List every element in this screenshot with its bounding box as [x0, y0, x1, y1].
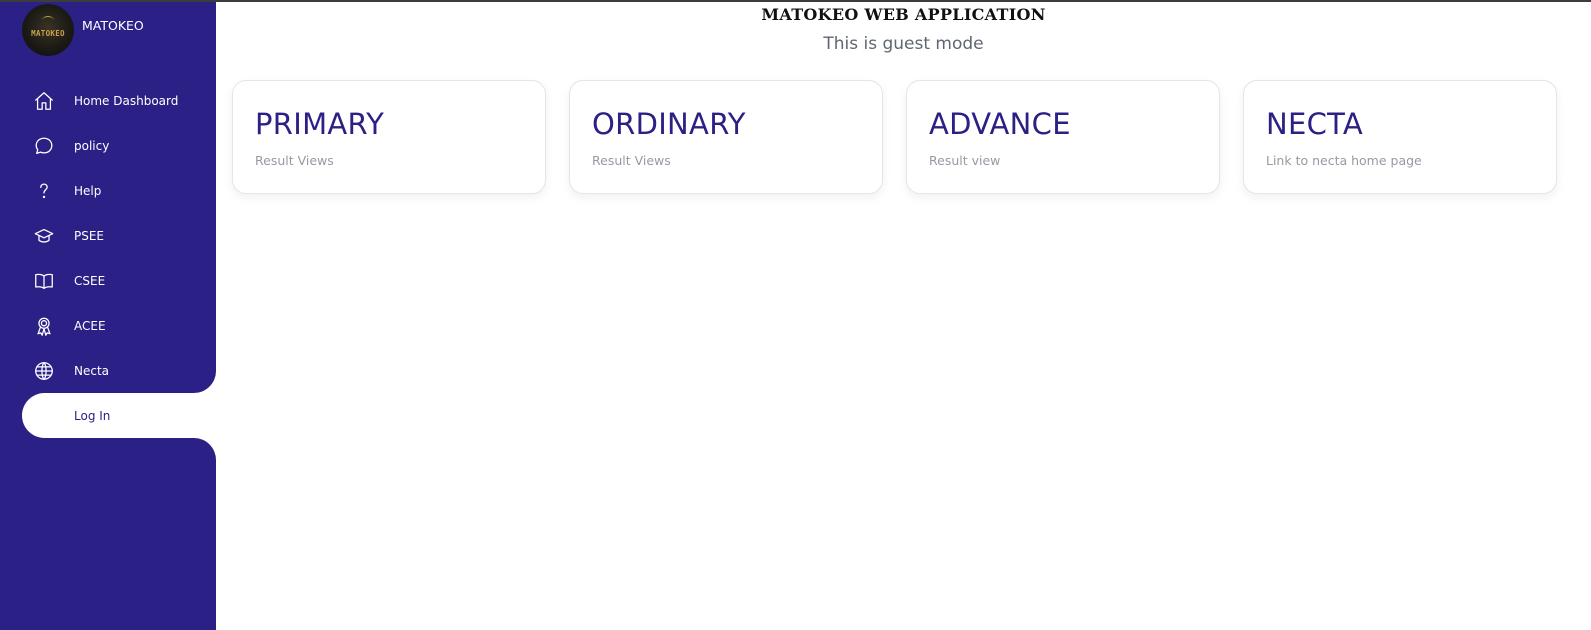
sidebar-item-help[interactable]: Help — [22, 168, 216, 213]
sidebar-item-necta[interactable]: Necta — [22, 348, 216, 393]
brand[interactable]: MATOKEO MATOKEO — [22, 4, 144, 56]
sidebar-item-log-in[interactable]: Log In — [22, 393, 216, 438]
card-subtitle: Result view — [929, 153, 1001, 168]
sidebar-item-label: policy — [74, 138, 110, 153]
book-open-icon — [31, 268, 57, 294]
guest-mode-text: This is guest mode — [823, 34, 984, 54]
card-primary[interactable]: PRIMARY Result Views — [232, 80, 546, 194]
card-title: NECTA — [1266, 107, 1364, 141]
chat-bubble-icon — [31, 133, 57, 159]
sidebar-item-acee[interactable]: ACEE — [22, 303, 216, 348]
card-ordinary[interactable]: ORDINARY Result Views — [569, 80, 883, 194]
card-subtitle: Result Views — [255, 153, 334, 168]
sidebar-nav: Home Dashboard policy Help PSEE CSEE ACE… — [22, 78, 216, 438]
card-subtitle: Link to necta home page — [1266, 153, 1422, 168]
sidebar-item-label: Log In — [74, 408, 111, 423]
graduation-cap-icon — [31, 223, 57, 249]
top-border-line — [0, 0, 1591, 2]
globe-icon — [31, 358, 57, 384]
card-advance[interactable]: ADVANCE Result view — [906, 80, 1220, 194]
card-title: ADVANCE — [929, 107, 1071, 141]
sidebar-item-home-dashboard[interactable]: Home Dashboard — [22, 78, 216, 123]
app-title: MATOKEO WEB APPLICATION — [761, 5, 1046, 24]
sidebar-item-psee[interactable]: PSEE — [22, 213, 216, 258]
card-title: PRIMARY — [255, 107, 385, 141]
home-icon — [31, 88, 57, 114]
card-subtitle: Result Views — [592, 153, 671, 168]
brand-name: MATOKEO — [82, 17, 144, 33]
sidebar-item-label: Home Dashboard — [74, 93, 179, 108]
sidebar-item-label: Help — [74, 183, 102, 198]
logo-text: MATOKEO — [31, 28, 65, 38]
sidebar-item-label: ACEE — [74, 318, 106, 333]
card-necta[interactable]: NECTA Link to necta home page — [1243, 80, 1557, 194]
brand-logo: MATOKEO — [22, 4, 74, 56]
card-title: ORDINARY — [592, 107, 746, 141]
sidebar-item-label: PSEE — [74, 228, 105, 243]
logo-spark-icon — [42, 16, 54, 25]
sidebar-item-policy[interactable]: policy — [22, 123, 216, 168]
award-ribbon-icon — [31, 313, 57, 339]
sidebar-item-label: CSEE — [74, 273, 106, 288]
sidebar: MATOKEO MATOKEO Home Dashboard policy He… — [0, 2, 216, 630]
log-in-icon-placeholder — [31, 403, 57, 429]
question-icon — [31, 178, 57, 204]
sidebar-item-label: Necta — [74, 363, 110, 378]
sidebar-item-csee[interactable]: CSEE — [22, 258, 216, 303]
